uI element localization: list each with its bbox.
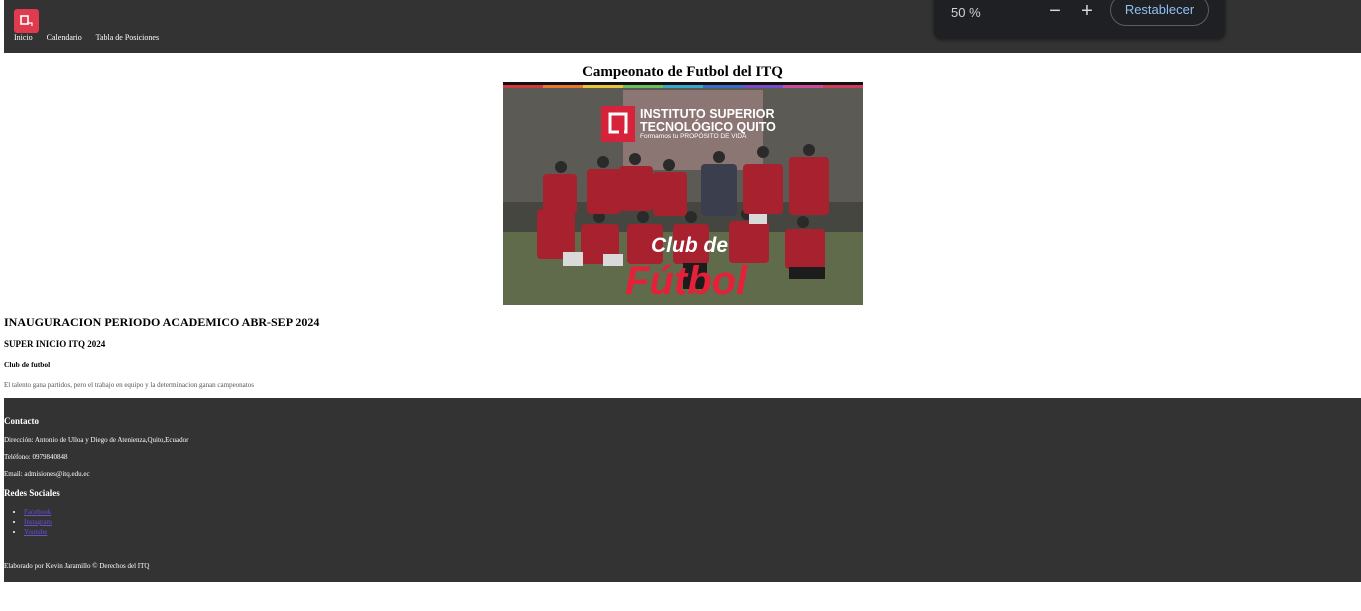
- team-photo-graphic: INSTITUTO SUPERIOR TECNOLÓGICO QUITO For…: [503, 82, 863, 305]
- social-link-facebook[interactable]: Facebook: [24, 508, 51, 516]
- social-link-youtube[interactable]: Youtube: [24, 528, 47, 536]
- zoom-popup: 50 % − + Restablecer: [934, 0, 1225, 39]
- zoom-reset-button[interactable]: Restablecer: [1110, 0, 1209, 26]
- zoom-out-button[interactable]: −: [1044, 1, 1066, 23]
- footer-credit: Elaborado por Kevin Jaramillo © Derechos…: [4, 562, 150, 570]
- social-links-list: Facebook Instagram Youtube: [24, 508, 52, 538]
- page: Inicio Calendario Tabla de Posiciones 50…: [4, 0, 1361, 582]
- social-item-youtube: Youtube: [24, 528, 52, 538]
- club-heading: Club de futbol: [4, 360, 51, 369]
- zoom-level: 50 %: [951, 5, 981, 20]
- social-link-instagram[interactable]: Instagram: [24, 518, 52, 526]
- news-subtitle: SUPER INICIO ITQ 2024: [4, 339, 106, 349]
- nav-link-tabla-posiciones[interactable]: Tabla de Posiciones: [96, 33, 159, 42]
- hero-brand-line2: TECNOLÓGICO QUITO: [640, 119, 776, 134]
- news-title: INAUGURACION PERIODO ACADEMICO ABR-SEP 2…: [4, 315, 320, 329]
- page-title: Campeonato de Futbol del ITQ: [582, 64, 783, 80]
- contact-address: Dirección: Antonio de Ulloa y Diego de A…: [4, 436, 189, 444]
- hero-club-line2: Fútbol: [625, 259, 748, 303]
- itq-logo-icon[interactable]: [14, 9, 39, 33]
- contact-heading: Contacto: [4, 416, 39, 426]
- nav-link-inicio[interactable]: Inicio: [14, 33, 33, 42]
- nav-link-calendario[interactable]: Calendario: [47, 33, 82, 42]
- contact-email: Email: admisiones@itq.edu.ec: [4, 470, 90, 478]
- social-heading: Redes Sociales: [4, 488, 60, 498]
- zoom-in-button[interactable]: +: [1076, 1, 1098, 23]
- contact-phone: Teléfono: 0979840848: [4, 453, 68, 461]
- nav-links: Inicio Calendario Tabla de Posiciones: [14, 33, 171, 42]
- footer: Contacto Dirección: Antonio de Ulloa y D…: [4, 398, 1361, 582]
- hero-brand-line1: INSTITUTO SUPERIOR: [640, 107, 775, 121]
- hero-banner-image: INSTITUTO SUPERIOR TECNOLÓGICO QUITO For…: [503, 82, 863, 305]
- hero-club-line1: Club de: [651, 234, 728, 257]
- club-description: El talento gana partidos, pero el trabaj…: [4, 381, 254, 389]
- hero-brand-tagline: Formamos tu PROPÓSITO DE VIDA: [640, 131, 747, 140]
- social-item-facebook: Facebook: [24, 508, 52, 518]
- top-navbar: Inicio Calendario Tabla de Posiciones 50…: [4, 0, 1361, 53]
- social-item-instagram: Instagram: [24, 518, 52, 528]
- main-content: Campeonato de Futbol del ITQ INSTITUTO S…: [4, 53, 1361, 398]
